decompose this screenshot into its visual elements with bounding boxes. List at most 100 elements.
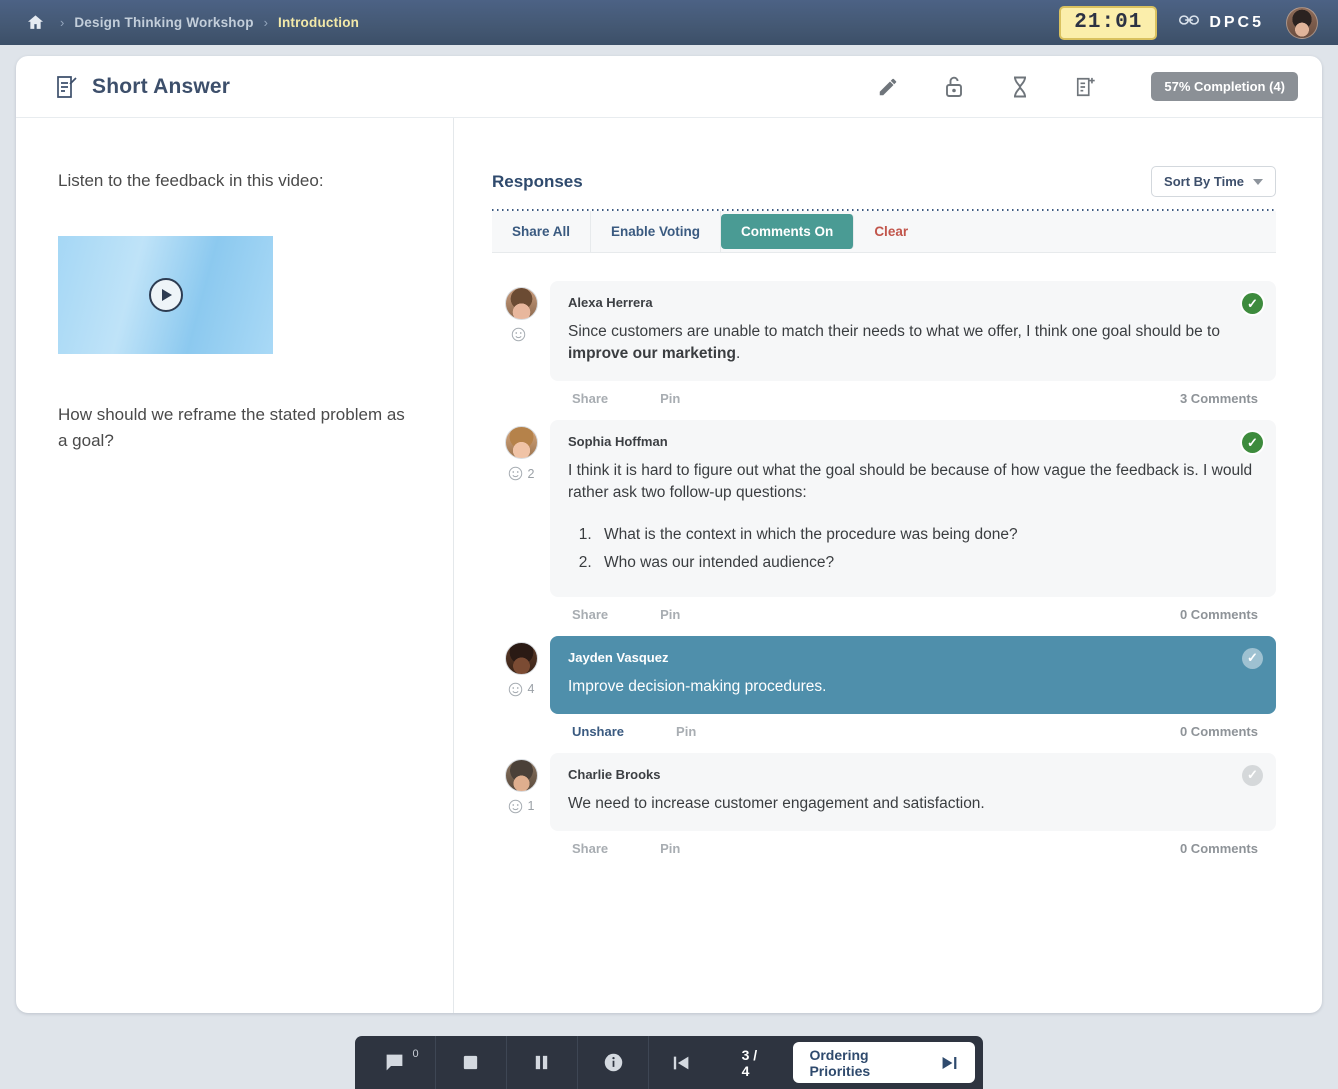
breadcrumb-separator-1: › [60,15,65,30]
response-author: Sophia Hoffman [568,434,668,449]
comments-count[interactable]: 3 Comments [1180,391,1258,406]
edit-icon[interactable] [875,74,901,100]
play-icon[interactable] [148,277,183,312]
pin-link[interactable]: Pin [660,391,680,406]
top-navigation-bar: › Design Thinking Workshop › Introductio… [0,0,1338,45]
page-title: Short Answer [92,74,231,98]
response-side [492,281,550,406]
completion-badge: 57% Completion (4) [1151,72,1298,101]
comments-count[interactable]: 0 Comments [1180,841,1258,856]
unshare-link[interactable]: Unshare [572,724,624,739]
add-note-icon[interactable] [1073,74,1099,100]
link-icon [1179,13,1200,32]
reaction-count: 1 [527,799,535,814]
reaction-count: 2 [527,466,535,481]
avatar[interactable] [504,287,538,320]
share-all-button[interactable]: Share All [492,211,592,252]
response-author: Charlie Brooks [568,766,661,782]
responses-action-bar: Share All Enable Voting Comments On Clea… [492,211,1276,253]
share-link[interactable]: Share [572,841,608,856]
list-item-1: What is the context in which the procedu… [596,524,1258,546]
video-thumbnail[interactable] [58,235,273,354]
share-link[interactable]: Share [572,607,608,622]
response-meta: Share Pin 3 Comments [550,381,1276,406]
status-badge[interactable]: ✓ [1242,293,1263,314]
pin-link[interactable]: Pin [676,724,696,739]
response-bubble[interactable]: Jayden Vasquez Improve decision-making p… [550,635,1276,714]
slide-card: Short Answer 57% Completion (4) Listen t… [16,56,1322,1013]
chat-count: 0 [412,1048,419,1060]
room-code-group[interactable]: DPC5 [1179,13,1264,32]
response-bubble[interactable]: Sophia Hoffman I think it is hard to fig… [550,420,1276,597]
slide-counter: 3 / 4 [741,1046,758,1079]
clear-button[interactable]: Clear [854,211,928,252]
pin-link[interactable]: Pin [660,841,680,856]
response-text: Since customers are unable to match thei… [568,321,1258,365]
list-item: 2 Sophia Hoffman I think it is hard to f… [492,420,1276,622]
stop-button[interactable] [436,1036,507,1089]
reaction-button[interactable] [511,327,531,342]
responses-title: Responses [492,171,583,191]
response-text-bold: improve our marketing [568,345,736,362]
comments-count[interactable]: 0 Comments [1180,724,1258,739]
responses-pane: Responses Sort By Time Share All Enable … [454,118,1322,1013]
next-slide-button[interactable]: Ordering Priorities [793,1042,976,1083]
status-badge[interactable]: ✓ [1242,432,1263,453]
enable-voting-button[interactable]: Enable Voting [591,211,722,252]
response-meta: Unshare Pin 0 Comments [550,714,1276,739]
breadcrumb-workshop[interactable]: Design Thinking Workshop [74,15,253,30]
prompt-text: Listen to the feedback in this video: [58,171,324,190]
question-pane: Listen to the feedback in this video: Ho… [16,118,454,1013]
breadcrumb-separator-2: › [263,15,268,30]
avatar[interactable] [1286,6,1318,39]
comments-count[interactable]: 0 Comments [1180,607,1258,622]
response-text: Improve decision-making procedures. [568,677,827,695]
response-text: I think it is hard to figure out what th… [568,462,1253,501]
session-timer[interactable]: 21:01 [1059,5,1158,40]
response-side: 1 [492,753,550,856]
response-bubble[interactable]: Alexa Herrera Since customers are unable… [550,281,1276,381]
sort-label: Sort By Time [1164,174,1244,189]
presenter-toolbar: 0 3 / 4 Ordering Priorities [355,1036,983,1089]
pin-link[interactable]: Pin [660,607,680,622]
response-bubble[interactable]: Charlie Brooks We need to increase custo… [550,752,1276,831]
chat-button[interactable]: 0 [355,1036,436,1089]
reaction-button[interactable]: 4 [508,682,535,697]
home-icon[interactable] [20,8,50,38]
reaction-button[interactable]: 2 [508,466,535,481]
reaction-count: 4 [527,682,535,697]
response-author: Jayden Vasquez [568,649,669,665]
list-item: 4 Jayden Vasquez Improve decision-making… [492,635,1276,739]
info-button[interactable] [578,1036,650,1089]
question-text: How should we reframe the stated problem… [58,404,405,450]
list-item: Alexa Herrera Since customers are unable… [492,281,1276,406]
comments-on-button[interactable]: Comments On [721,214,855,249]
slide-tools: 57% Completion (4) [875,72,1298,101]
reaction-button[interactable]: 1 [508,799,535,814]
topbar-right-group: 21:01 DPC5 [1059,5,1326,40]
status-badge[interactable]: ✓ [1242,647,1263,669]
avatar[interactable] [504,641,538,675]
breadcrumb-introduction[interactable]: Introduction [278,15,359,30]
sort-by-time-button[interactable]: Sort By Time [1151,166,1276,197]
next-slide-label: Ordering Priorities [809,1046,871,1079]
response-main: Charlie Brooks We need to increase custo… [550,752,1276,856]
skip-next-icon [942,1056,957,1069]
share-link[interactable]: Share [572,391,608,406]
timer-icon[interactable] [1007,74,1033,100]
response-meta: Share Pin 0 Comments [550,831,1276,856]
avatar[interactable] [504,758,538,792]
chevron-down-icon [1253,178,1263,185]
responses-header: Responses Sort By Time [492,166,1276,197]
response-side: 4 [492,636,550,739]
response-main: Jayden Vasquez Improve decision-making p… [550,635,1276,739]
unlock-icon[interactable] [941,74,967,100]
room-code-text: DPC5 [1209,13,1264,31]
previous-slide-button[interactable] [649,1036,715,1089]
response-side: 2 [492,420,550,622]
status-badge[interactable]: ✓ [1242,764,1263,786]
response-author: Alexa Herrera [568,295,653,310]
slide-body: Listen to the feedback in this video: Ho… [16,118,1322,1013]
avatar[interactable] [504,426,538,459]
pause-button[interactable] [507,1036,579,1089]
